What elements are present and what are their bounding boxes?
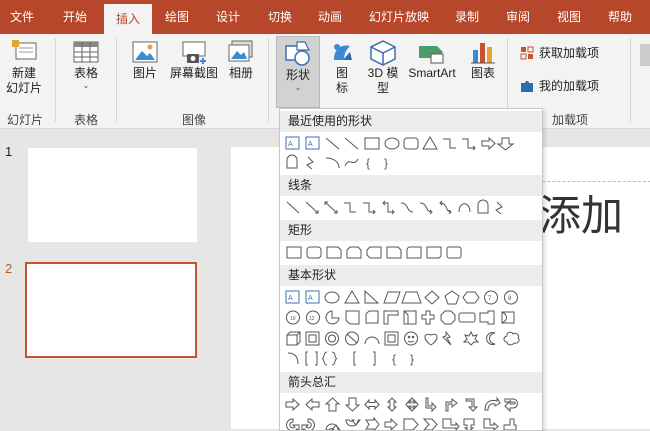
chart-button[interactable]: 图表 — [464, 40, 502, 81]
slide-thumbnail-2-selected[interactable] — [25, 262, 197, 358]
svg-text:}: } — [384, 156, 388, 170]
new-slide-label-2: 幻灯片 — [5, 81, 42, 95]
svg-text:10: 10 — [290, 316, 296, 322]
svg-text:7: 7 — [488, 296, 492, 302]
section-lines: 线条 — [280, 175, 542, 196]
slide-number-2: 2 — [5, 261, 13, 276]
screenshot-icon — [182, 41, 206, 64]
store-icon — [520, 46, 534, 60]
shapes-gallery-dropdown: 最近使用的形状 A A { } 线条 矩形 基本形状 A A 7 8 10 12… — [279, 108, 543, 431]
3d-model-button[interactable]: 3D 模 型 — [362, 40, 404, 96]
tab-review[interactable]: 审阅 — [497, 0, 539, 34]
tab-file[interactable]: 文件 — [0, 0, 44, 34]
tab-help[interactable]: 帮助 — [600, 0, 640, 34]
slide-number-1: 1 — [5, 144, 13, 159]
basic-shapes-row-2[interactable]: 10 12 — [284, 309, 534, 327]
slide-thumbnail-panel: 1 2 — [0, 129, 218, 429]
new-slide-label-1: 新建 — [11, 66, 36, 80]
3d-cube-icon — [370, 40, 396, 66]
album-button[interactable]: 相册 — [222, 40, 260, 81]
smartart-icon — [419, 46, 444, 64]
recent-shapes-row-1[interactable]: A A — [284, 135, 534, 153]
section-block-arrows: 箭头总汇 — [280, 372, 542, 393]
tab-transitions[interactable]: 切换 — [259, 0, 301, 34]
basic-shapes-row-1[interactable]: A A 7 8 — [284, 289, 534, 307]
smartart-label: SmartArt — [408, 66, 456, 80]
svg-text:{: { — [392, 352, 396, 366]
group-label-slides: 幻灯片 — [6, 113, 43, 127]
tab-draw[interactable]: 绘图 — [155, 0, 199, 34]
ribbon-tab-bar: 文件 开始 插入 绘图 设计 切换 动画 幻灯片放映 录制 审阅 视图 帮助 — [0, 0, 650, 34]
chart-label: 图表 — [470, 66, 495, 80]
shapes-icon — [285, 41, 310, 66]
group-label-tables: 表格 — [73, 113, 98, 127]
svg-text:A: A — [308, 295, 313, 302]
section-rectangles: 矩形 — [280, 220, 542, 241]
slide-thumbnail-1[interactable] — [28, 148, 197, 242]
ribbon-overflow-icon[interactable] — [640, 44, 650, 66]
bar-chart-icon — [471, 43, 495, 64]
table-icon — [73, 41, 99, 63]
svg-text:12: 12 — [309, 316, 315, 322]
section-recent-shapes: 最近使用的形状 — [280, 111, 542, 132]
basic-shapes-row-4[interactable]: { } — [284, 350, 534, 368]
table-caret-icon: ⌄ — [82, 81, 90, 90]
picture-label: 图片 — [132, 66, 157, 80]
picture-icon — [132, 41, 158, 63]
svg-text:A: A — [288, 141, 293, 148]
recent-shapes-row-2[interactable]: { } — [284, 154, 534, 172]
icons-label-2: 标 — [335, 81, 348, 95]
block-arrows-row-1[interactable] — [284, 396, 534, 414]
tab-slideshow[interactable]: 幻灯片放映 — [362, 0, 436, 34]
table-button[interactable]: 表格 ⌄ — [62, 40, 110, 91]
group-label-images: 图像 — [181, 113, 206, 127]
tab-record[interactable]: 录制 — [447, 0, 487, 34]
basic-shapes-row-3[interactable] — [284, 330, 534, 348]
addins-puzzle-icon — [520, 79, 534, 93]
my-addins-button[interactable]: 我的加载项 — [520, 79, 624, 97]
picture-button[interactable]: 图片 — [124, 40, 166, 81]
get-addins-button[interactable]: 获取加载项 — [520, 46, 616, 64]
smartart-button[interactable]: SmartArt — [404, 40, 460, 81]
section-basic-shapes: 基本形状 — [280, 265, 542, 286]
get-addins-label: 获取加载项 — [539, 46, 600, 60]
ribbon-divider — [630, 38, 631, 122]
3d-model-label-1: 3D 模 — [367, 66, 399, 80]
shapes-caret-icon: ⌄ — [294, 83, 302, 92]
photo-album-icon — [228, 40, 253, 62]
svg-text:8: 8 — [508, 296, 512, 302]
ribbon-divider — [116, 38, 117, 122]
icons-icon — [334, 44, 352, 60]
screenshot-label: 屏幕截图 — [169, 66, 218, 80]
svg-text:A: A — [288, 295, 293, 302]
icons-label-1: 图 — [335, 66, 348, 80]
svg-text:A: A — [308, 141, 313, 148]
ribbon-divider — [55, 38, 56, 122]
rectangles-row[interactable] — [284, 244, 534, 262]
new-slide-icon — [12, 40, 37, 60]
icons-button[interactable]: 图 标 — [326, 40, 358, 96]
ribbon-divider — [268, 38, 269, 122]
album-label: 相册 — [228, 66, 253, 80]
tab-view[interactable]: 视图 — [548, 0, 590, 34]
table-label: 表格 — [73, 66, 98, 80]
tab-insert[interactable]: 插入 — [104, 4, 152, 34]
svg-text:{: { — [366, 156, 370, 170]
shapes-label: 形状 — [285, 68, 310, 82]
my-addins-label: 我的加载项 — [539, 79, 600, 93]
lines-row[interactable] — [284, 199, 534, 217]
svg-text:}: } — [410, 352, 414, 366]
tab-home[interactable]: 开始 — [52, 0, 98, 34]
tab-design[interactable]: 设计 — [206, 0, 250, 34]
3d-model-label-2: 型 — [376, 81, 389, 95]
title-placeholder-text[interactable]: 添加 — [539, 182, 623, 243]
screenshot-button[interactable]: 屏幕截图 — [167, 40, 221, 81]
tab-animations[interactable]: 动画 — [308, 0, 352, 34]
new-slide-button[interactable]: 新建 幻灯片 — [2, 40, 46, 96]
shapes-button[interactable]: 形状 ⌄ — [276, 36, 320, 108]
